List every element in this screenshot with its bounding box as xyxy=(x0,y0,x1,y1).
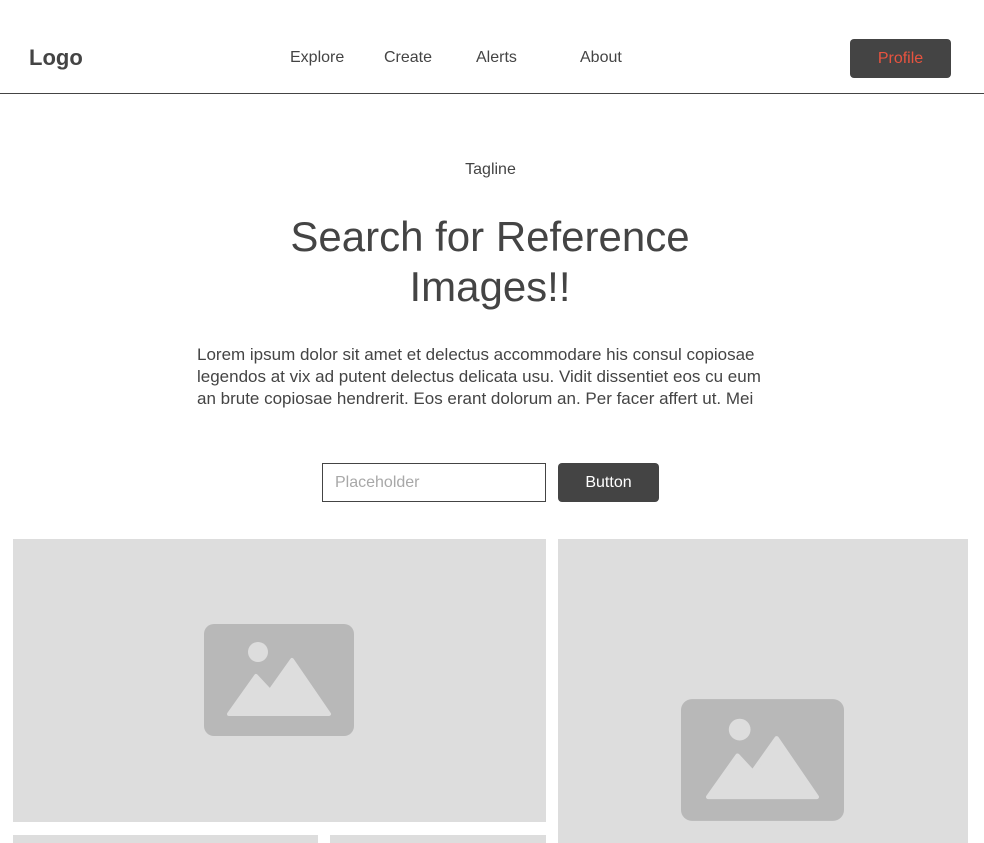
image-tile[interactable] xyxy=(558,539,968,843)
search-input[interactable] xyxy=(322,463,546,502)
nav-item-alerts[interactable]: Alerts xyxy=(476,48,517,68)
search-button[interactable]: Button xyxy=(558,463,659,502)
image-tile[interactable] xyxy=(13,835,318,843)
image-tile[interactable] xyxy=(13,539,546,822)
profile-button-label: Profile xyxy=(877,49,924,67)
page: Logo Explore Create Alerts About Profile… xyxy=(0,0,984,843)
top-navigation-bar: Logo Explore Create Alerts About Profile xyxy=(0,0,984,94)
hero-description: Lorem ipsum dolor sit amet et delectus a… xyxy=(197,345,761,408)
tagline: Tagline xyxy=(465,161,516,178)
image-placeholder-icon xyxy=(204,624,354,736)
search-button-label: Button xyxy=(585,473,632,491)
nav-item-create[interactable]: Create xyxy=(384,48,432,68)
page-title: Search for Reference Images!! xyxy=(290,213,690,310)
profile-button[interactable]: Profile xyxy=(850,39,951,78)
image-placeholder-icon xyxy=(681,699,844,821)
nav-item-about[interactable]: About xyxy=(580,48,622,68)
nav-item-explore[interactable]: Explore xyxy=(290,48,344,68)
logo[interactable]: Logo xyxy=(29,44,83,72)
image-tile[interactable] xyxy=(330,835,546,843)
